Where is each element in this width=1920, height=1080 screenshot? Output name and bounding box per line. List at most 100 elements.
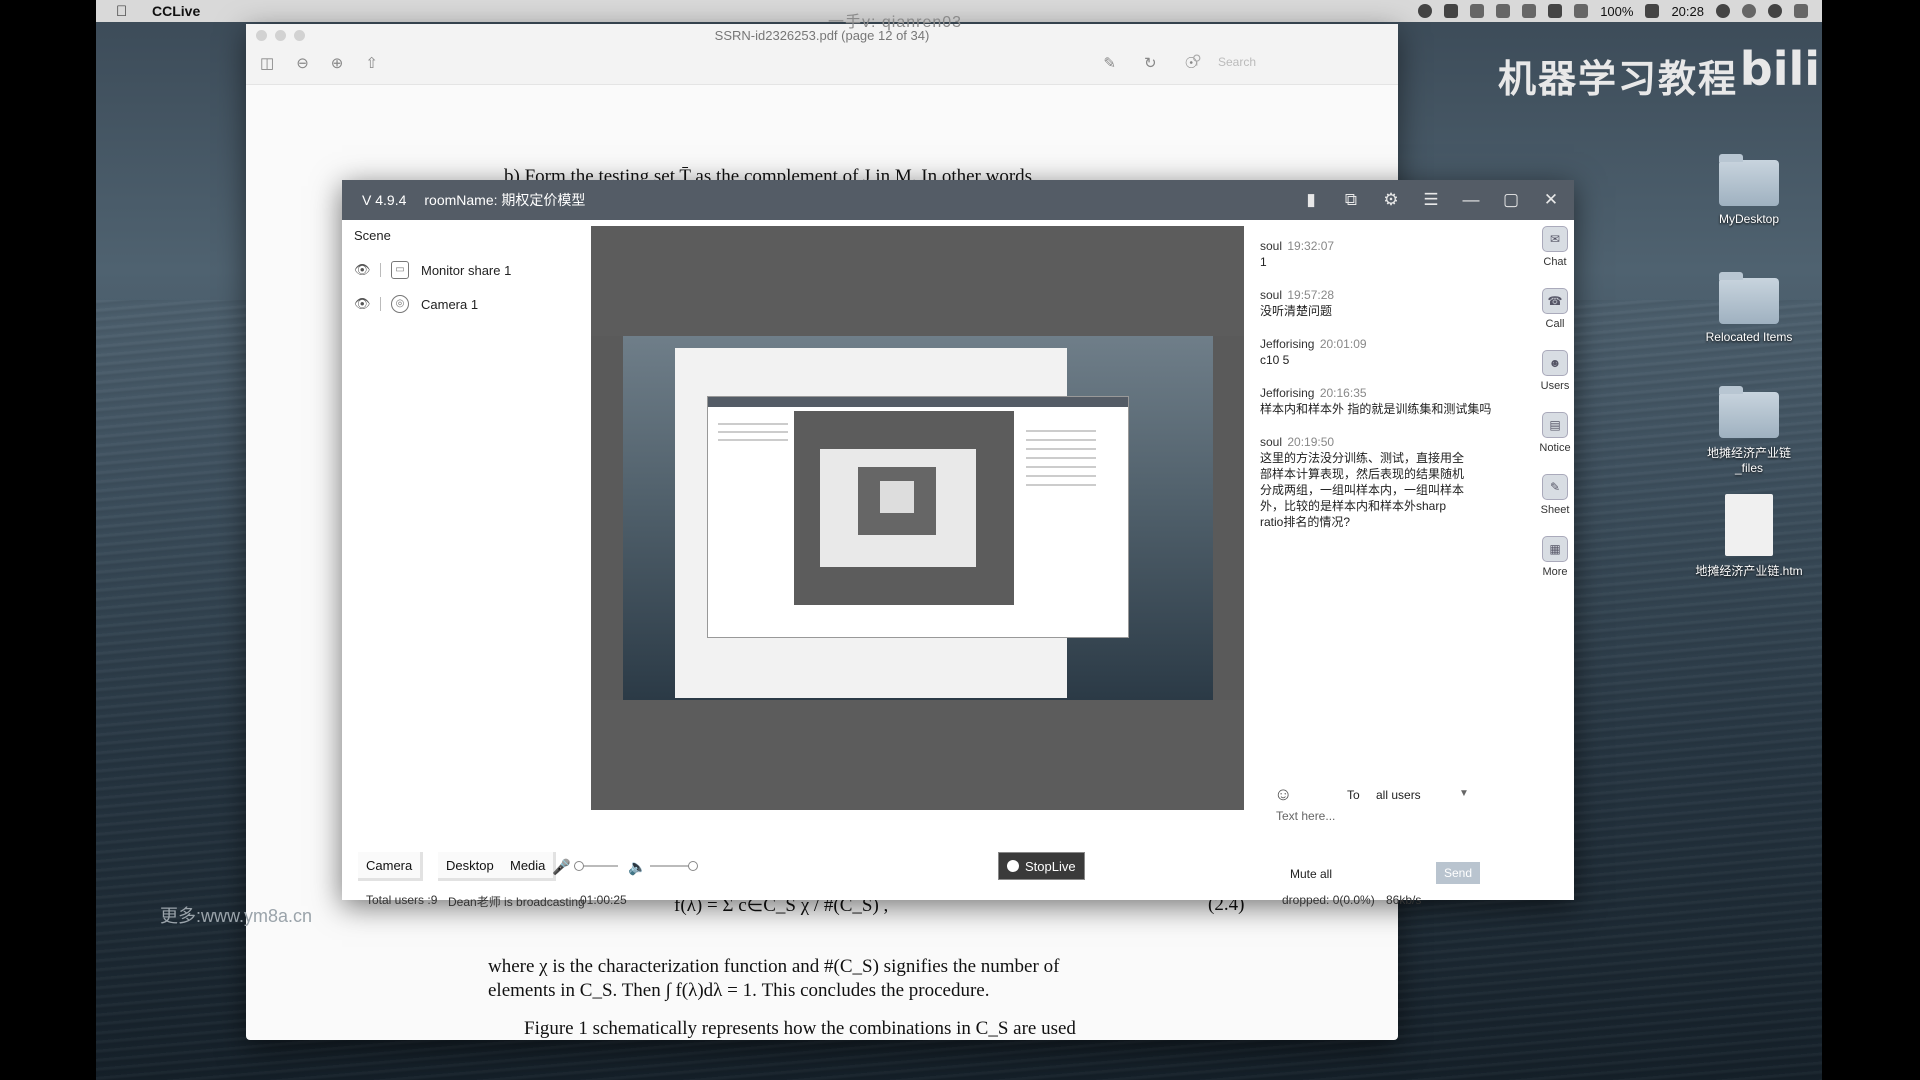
watermark-top: 一手v: qianren03 (828, 14, 963, 31)
microphone-icon[interactable]: 🎤 (552, 858, 571, 876)
screen-frame:  CCLive 100% 20:28 一手v: qianren03 更多:ww… (96, 0, 1822, 1080)
pdf-title: SSRN-id2326253.pdf (page 12 of 34) (714, 28, 930, 43)
tab-sheet[interactable]: ✎ Sheet (1536, 474, 1574, 536)
folder-icon (1719, 272, 1779, 324)
monitor-icon: ▭ (391, 261, 409, 279)
media-button[interactable]: Media (502, 852, 557, 881)
tab-call[interactable]: ☎ Call (1536, 288, 1574, 350)
signal-icon: ▮ (1306, 190, 1316, 209)
microphone-volume-slider[interactable] (574, 861, 618, 871)
cclive-titlebar: V 4.9.4 roomName: 期权定价模型 ▮ ⧉ ⚙ ☰ — ▢ ✕ (342, 180, 1574, 220)
send-button[interactable]: Send (1436, 862, 1480, 884)
battery-percent: 100% (1600, 3, 1634, 19)
spotlight-search-icon[interactable] (1742, 4, 1756, 18)
watermark-brand: 机器学习教程 (1497, 59, 1738, 101)
slider-knob[interactable] (688, 861, 698, 871)
mute-all-toggle[interactable]: Mute all (1290, 867, 1332, 881)
cclive-window: V 4.9.4 roomName: 期权定价模型 ▮ ⧉ ⚙ ☰ — ▢ ✕ S… (342, 180, 1574, 909)
chat-user: Jefforising (1260, 337, 1315, 351)
chat-icon: ✉ (1542, 226, 1568, 252)
recipient-select[interactable]: all users (1376, 788, 1421, 802)
rotate-icon[interactable]: ↻ (1144, 54, 1157, 72)
phone-icon: ☎ (1542, 288, 1568, 314)
tab-label: Notice (1539, 442, 1571, 454)
desktop-icon-mydesktop[interactable]: MyDesktop (1694, 154, 1804, 226)
tab-chat[interactable]: ✉ Chat (1536, 226, 1574, 288)
close-icon[interactable]: ✕ (1542, 190, 1560, 210)
preview-screen-capture (623, 336, 1213, 700)
visibility-eye-icon[interactable]: 👁 (354, 296, 371, 312)
minimize-icon[interactable]: — (1462, 190, 1480, 210)
tab-label: More (1542, 566, 1568, 578)
folder-icon (1719, 386, 1779, 438)
emoji-icon[interactable]: ☺ (1274, 784, 1292, 805)
tab-label: Sheet (1540, 504, 1570, 516)
scene-item-monitor-share[interactable]: 👁 ▭ Monitor share 1 (354, 258, 511, 282)
recipient-label: To (1347, 788, 1360, 802)
app-menu-name[interactable]: CCLive (152, 3, 200, 19)
chat-user: soul (1260, 239, 1283, 253)
input-method-icon[interactable] (1548, 4, 1563, 18)
menu-icon[interactable]: ☰ (1422, 190, 1440, 210)
user-icon[interactable] (1716, 4, 1730, 18)
preview-letterbox-top (591, 226, 1244, 336)
volume-icon[interactable] (1470, 4, 1485, 18)
zoom-out-icon[interactable]: ⊖ (296, 54, 309, 72)
speaker-icon[interactable]: 🔈 (628, 858, 647, 876)
chat-text-input[interactable] (1274, 808, 1468, 824)
markup-pen-icon[interactable]: ✎ (1103, 54, 1116, 72)
chat-panel: soul 19:32:07 1 soul 19:57:28 没听清楚问题 Jef… (1260, 238, 1540, 547)
scene-item-label: Camera 1 (421, 296, 479, 312)
tab-more[interactable]: ▦ More (1536, 536, 1574, 598)
camera-button[interactable]: Camera (358, 852, 424, 881)
status-icon[interactable] (1418, 4, 1433, 18)
desktop-icon-htm-file[interactable]: 地摊经济产业链.htm (1694, 494, 1804, 579)
desktop-icon-relocated-items[interactable]: Relocated Items (1694, 272, 1804, 344)
desktop-icon-files-folder[interactable]: 地摊经济产业链_files (1694, 386, 1804, 475)
settings-gear-icon[interactable]: ⚙ (1382, 190, 1400, 210)
chat-message: soul 19:57:28 没听清楚问题 (1260, 287, 1540, 319)
zoom-in-icon[interactable]: ⊕ (331, 54, 344, 72)
search-icon[interactable]: ⚲ (1192, 52, 1212, 68)
bilibili-logo: bili (1739, 42, 1820, 96)
chat-user: soul (1260, 435, 1283, 449)
tab-label: Call (1545, 318, 1565, 330)
apple-icon[interactable]:  (116, 3, 134, 20)
chat-text: 样本内和样本外 指的就是训练集和测试集吗 (1260, 402, 1492, 416)
desktop-button[interactable]: Desktop (438, 852, 505, 881)
siri-icon[interactable] (1768, 4, 1782, 18)
chat-message: Jefforising 20:01:09 c10 5 (1260, 336, 1540, 368)
battery-icon[interactable] (1645, 4, 1660, 18)
bluetooth-icon[interactable] (1574, 4, 1589, 18)
maximize-icon[interactable]: ▢ (1502, 190, 1520, 210)
chevron-down-icon[interactable]: ▼ (1459, 788, 1469, 799)
speaker-volume-slider[interactable] (650, 861, 698, 871)
wifi-icon[interactable] (1522, 4, 1537, 18)
popout-icon[interactable]: ⧉ (1342, 190, 1360, 210)
notice-icon: ▤ (1542, 412, 1568, 438)
elapsed-time: 01:00:25 (580, 893, 627, 907)
chat-message: soul 20:19:50 这里的方法没分训练、测试，直接用全部样本计算表现，然… (1260, 434, 1470, 530)
live-preview[interactable] (591, 226, 1244, 810)
sidebar-icon[interactable]: ◫ (260, 54, 274, 72)
camera-icon: ◎ (391, 295, 409, 313)
tab-label: Users (1540, 380, 1570, 392)
clock[interactable]: 20:28 (1671, 4, 1704, 19)
visibility-eye-icon[interactable]: 👁 (354, 262, 371, 278)
display-icon[interactable] (1496, 4, 1511, 18)
slider-knob[interactable] (574, 861, 584, 871)
stop-live-button[interactable]: StopLive (998, 852, 1085, 880)
shield-icon[interactable] (1444, 4, 1459, 18)
share-icon[interactable]: ⇧ (365, 54, 378, 72)
tab-users[interactable]: ☻ Users (1536, 350, 1574, 412)
pdf-search-input[interactable]: Search (1218, 52, 1378, 72)
sheet-icon: ✎ (1542, 474, 1568, 500)
notification-center-icon[interactable] (1794, 4, 1808, 18)
scene-item-camera[interactable]: 👁 ◎ Camera 1 (354, 292, 478, 316)
dropped-frames: dropped: 0(0.0%) (1282, 893, 1375, 907)
titlebar-controls: ▮ ⧉ ⚙ ☰ — ▢ ✕ (1302, 190, 1560, 210)
divider (380, 263, 381, 277)
scene-item-label: Monitor share 1 (421, 262, 512, 278)
folder-icon (1719, 154, 1779, 206)
tab-notice[interactable]: ▤ Notice (1536, 412, 1574, 474)
